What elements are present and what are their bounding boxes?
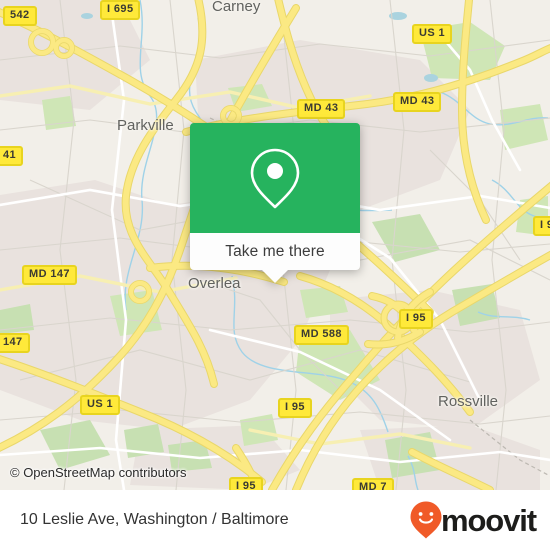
road-shield: MD 147	[22, 265, 77, 285]
callout-icon-panel	[190, 123, 360, 233]
place-label: Overlea	[188, 275, 241, 292]
screenshot-root: .land { fill:#f2efe9; } .resid { fill:#e…	[0, 0, 550, 550]
road-shield: MD 7	[352, 478, 394, 490]
openstreetmap-attribution[interactable]: © OpenStreetMap contributors	[10, 465, 187, 480]
map-pin-icon	[250, 148, 300, 209]
take-me-there-label: Take me there	[225, 242, 325, 260]
place-label: Rossville	[438, 393, 499, 410]
moovit-pin-icon	[410, 501, 442, 539]
callout-action-panel[interactable]: Take me there	[190, 233, 360, 283]
moovit-logo[interactable]: moovit	[409, 500, 537, 540]
road-shield: I 95	[399, 309, 433, 329]
location-title: 10 Leslie Ave, Washington / Baltimore	[20, 511, 289, 528]
road-shield: MD 43	[297, 99, 346, 119]
road-shield: I 695	[100, 0, 141, 20]
callout-pointer	[262, 270, 288, 283]
road-shield: MD 588	[294, 325, 349, 345]
location-callout-card[interactable]: Take me there	[190, 123, 360, 283]
road-shield: I 95	[229, 477, 263, 490]
moovit-wordmark: moovit	[440, 502, 537, 538]
road-shield: 542	[3, 6, 37, 26]
road-shield: US 1	[80, 395, 121, 415]
road-shield: US 1	[412, 24, 453, 44]
road-shield: MD 43	[393, 92, 442, 112]
road-shield: 147	[0, 333, 30, 353]
map-viewport[interactable]: .land { fill:#f2efe9; } .resid { fill:#e…	[0, 0, 550, 490]
road-shield: I 95	[278, 398, 312, 418]
place-label: Parkville	[117, 117, 174, 134]
footer-bar: 10 Leslie Ave, Washington / Baltimore mo…	[0, 490, 550, 550]
road-shield: I 9	[533, 216, 550, 236]
road-shield: 41	[0, 146, 24, 166]
place-label: Carney	[212, 0, 261, 15]
